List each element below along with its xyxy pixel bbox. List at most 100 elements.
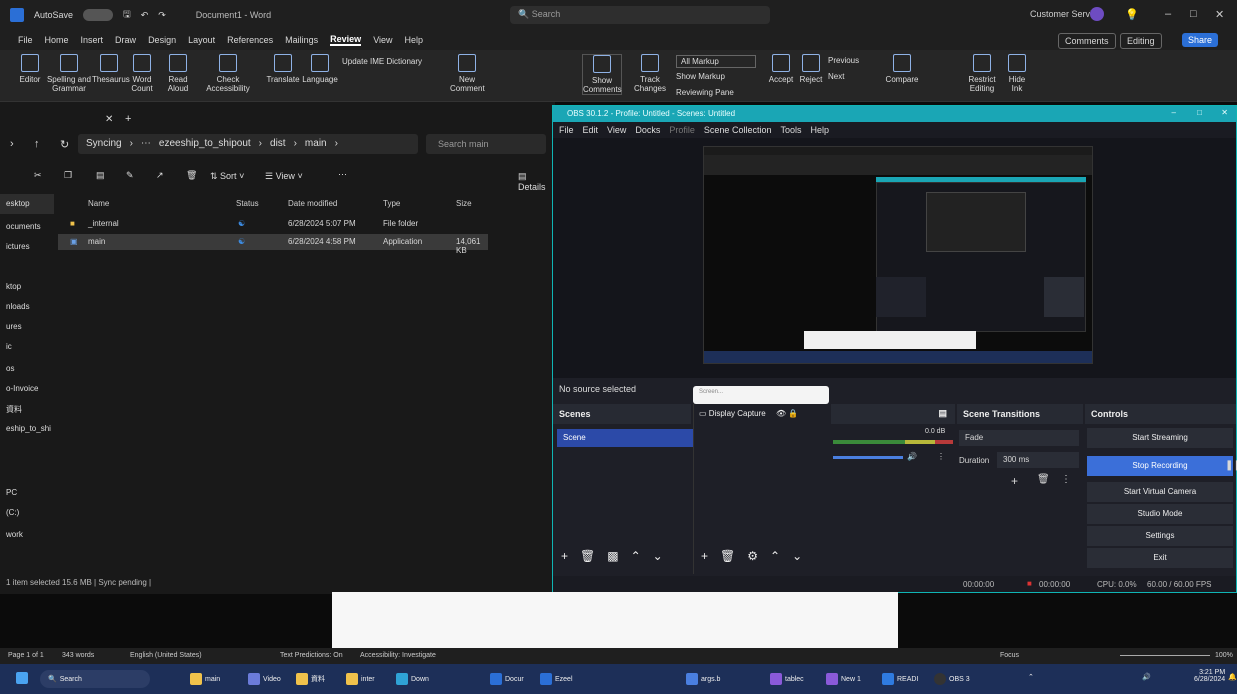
menu-review[interactable]: Review: [330, 34, 362, 46]
move-down-icon[interactable]: ⌄: [792, 549, 802, 563]
taskbar-item-new1[interactable]: New 1: [826, 673, 861, 685]
pause-icon[interactable]: ❚❚: [1225, 460, 1237, 471]
studio-mode-button[interactable]: Studio Mode: [1087, 504, 1233, 524]
sidebar-item-data[interactable]: 資料: [6, 404, 22, 415]
redo-icon[interactable]: ↷: [158, 10, 166, 21]
update-ime-button[interactable]: Update IME Dictionary: [342, 57, 422, 66]
obs-menu-help[interactable]: Help: [810, 125, 829, 135]
cut-icon[interactable]: ✂: [34, 170, 42, 181]
obs-menu-file[interactable]: File: [559, 125, 574, 135]
translate-button[interactable]: Translate: [266, 54, 300, 84]
source-item[interactable]: ▭ Display Capture 👁 🔒: [699, 409, 798, 418]
minimize-icon[interactable]: –: [1172, 108, 1176, 117]
taskbar-item-tablec[interactable]: tablec: [770, 673, 804, 685]
sidebar-item-downloads[interactable]: nloads: [6, 302, 30, 311]
obs-menu-profile[interactable]: Profile: [669, 125, 695, 135]
reviewing-pane-button[interactable]: Reviewing Pane: [676, 88, 734, 97]
start-button[interactable]: [16, 672, 28, 684]
sidebar-item-documents[interactable]: ocuments: [6, 222, 41, 231]
word-count[interactable]: 343 words: [62, 652, 94, 659]
sidebar-item-videos[interactable]: os: [6, 364, 14, 373]
table-row[interactable]: ■ _internal ☯ 6/28/2024 5:07 PM File fol…: [58, 216, 488, 232]
add-transition-icon[interactable]: +: [1011, 474, 1018, 488]
close-tab-icon[interactable]: ✕: [105, 114, 113, 125]
breadcrumb-syncing[interactable]: Syncing: [86, 138, 122, 150]
taskbar-item-obs[interactable]: OBS 3: [934, 673, 970, 685]
show-hidden-icons[interactable]: ⌃: [1028, 673, 1034, 681]
move-up-icon[interactable]: ⌃: [631, 549, 641, 563]
previous-button[interactable]: Previous: [828, 56, 859, 65]
obs-menu-view[interactable]: View: [607, 125, 626, 135]
share-button[interactable]: Share: [1182, 33, 1219, 47]
taskbar-item-readme[interactable]: READI: [882, 673, 918, 685]
explorer-search-input[interactable]: Search main: [426, 134, 546, 154]
show-markup-button[interactable]: Show Markup: [676, 72, 725, 81]
zoom-slider[interactable]: [1120, 655, 1210, 656]
view-button[interactable]: ☰ View ˅: [265, 171, 303, 182]
ellipsis-icon[interactable]: ⋯: [141, 138, 151, 150]
scene-filter-icon[interactable]: ▩: [607, 549, 618, 563]
back-icon[interactable]: ›: [10, 138, 14, 150]
sidebar-item-invoice[interactable]: o-Invoice: [6, 384, 38, 393]
paste-icon[interactable]: ▤: [96, 170, 105, 181]
duration-input[interactable]: 300 ms: [997, 452, 1079, 468]
accept-button[interactable]: Accept: [768, 54, 794, 84]
exit-button[interactable]: Exit: [1087, 548, 1233, 568]
taskbar-item-video[interactable]: Video: [248, 673, 281, 685]
scene-item[interactable]: Scene: [557, 429, 693, 447]
obs-preview[interactable]: [553, 138, 1236, 378]
settings-button[interactable]: Settings: [1087, 526, 1233, 546]
sidebar-item-desktop[interactable]: esktop: [6, 199, 30, 208]
sidebar-item-network[interactable]: work: [6, 530, 23, 539]
menu-mailings[interactable]: Mailings: [285, 35, 318, 45]
word-document-page[interactable]: [332, 592, 898, 648]
obs-menu-scene-collection[interactable]: Scene Collection: [704, 125, 772, 135]
col-type[interactable]: Type: [383, 199, 400, 208]
col-date[interactable]: Date modified: [288, 199, 337, 208]
taskbar-item-inter[interactable]: inter: [346, 673, 375, 685]
rename-icon[interactable]: ✎: [126, 170, 134, 181]
sidebar-item-pictures[interactable]: ictures: [6, 242, 30, 251]
word-count-button[interactable]: Word Count: [128, 54, 156, 93]
thesaurus-button[interactable]: Thesaurus: [92, 54, 130, 84]
editing-button[interactable]: Editing: [1120, 33, 1162, 49]
autosave-toggle[interactable]: [83, 9, 114, 21]
sidebar-item-pictures-pinned[interactable]: ures: [6, 322, 22, 331]
close-icon[interactable]: ✕: [1221, 108, 1228, 117]
transition-select[interactable]: Fade: [959, 430, 1079, 446]
taskbar-search[interactable]: 🔍 Search: [40, 670, 150, 688]
sidebar-item-this-pc[interactable]: PC: [6, 488, 17, 497]
copy-icon[interactable]: ❐: [64, 170, 72, 181]
page-count[interactable]: Page 1 of 1: [8, 652, 44, 659]
avatar[interactable]: [1090, 7, 1104, 21]
read-aloud-button[interactable]: Read Aloud: [164, 54, 192, 93]
obs-menu-edit[interactable]: Edit: [583, 125, 599, 135]
remove-scene-icon[interactable]: 🗑: [580, 549, 595, 563]
sidebar-item-project[interactable]: eship_to_shi: [6, 424, 51, 433]
undo-icon[interactable]: ↶: [141, 10, 149, 21]
sidebar-item-desktop-pinned[interactable]: ktop: [6, 282, 21, 291]
menu-insert[interactable]: Insert: [81, 35, 104, 45]
sidebar-item-music[interactable]: ic: [6, 342, 12, 351]
comments-button[interactable]: Comments: [1058, 33, 1116, 49]
refresh-icon[interactable]: ↻: [60, 138, 69, 151]
notification-icon[interactable]: 🔔: [1228, 673, 1237, 681]
accessibility-status[interactable]: Accessibility: Investigate: [360, 652, 436, 659]
text-predictions-status[interactable]: Text Predictions: On: [280, 652, 343, 659]
col-status[interactable]: Status: [236, 199, 259, 208]
menu-design[interactable]: Design: [148, 35, 176, 45]
lock-icon[interactable]: 🔒: [788, 409, 798, 418]
transition-menu-icon[interactable]: ⋮: [1061, 474, 1071, 485]
details-button[interactable]: ▤ Details: [518, 171, 555, 192]
breadcrumb-dist[interactable]: dist: [270, 138, 286, 150]
sort-button[interactable]: ⇅ Sort ˅: [210, 171, 244, 182]
check-accessibility-button[interactable]: Check Accessibility: [202, 54, 254, 93]
taskbar-item-ezeel[interactable]: Ezeel: [540, 673, 573, 685]
spelling-button[interactable]: Spelling and Grammar: [46, 54, 92, 93]
breadcrumb[interactable]: Syncing › ⋯ ezeeship_to_shipout › dist › ma…: [78, 134, 418, 154]
add-source-icon[interactable]: +: [701, 549, 708, 563]
share-icon[interactable]: ↗: [156, 170, 164, 181]
move-up-icon[interactable]: ⌃: [770, 549, 780, 563]
start-virtual-camera-button[interactable]: Start Virtual Camera: [1087, 482, 1233, 502]
menu-layout[interactable]: Layout: [188, 35, 215, 45]
